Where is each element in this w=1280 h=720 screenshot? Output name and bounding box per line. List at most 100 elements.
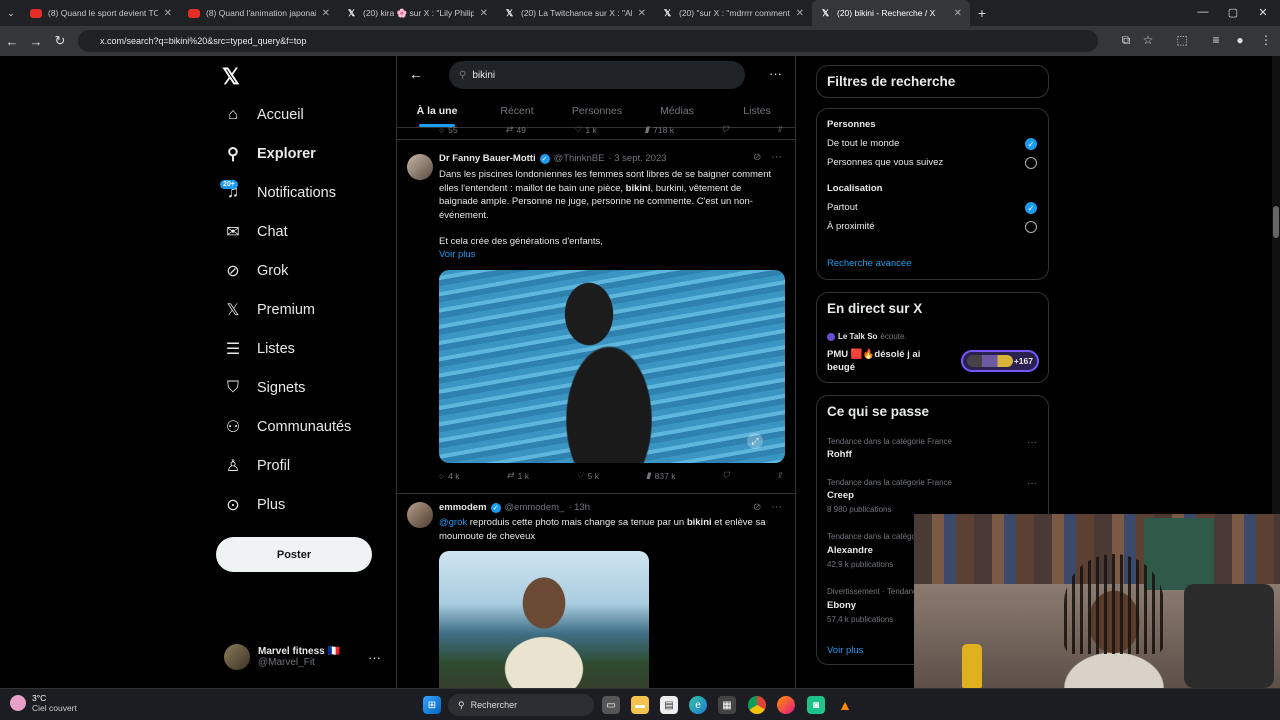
extensions-icon[interactable]: ⬚ — [1172, 30, 1192, 50]
store-icon[interactable]: ▦ — [718, 696, 736, 714]
radio-following[interactable] — [1025, 157, 1037, 169]
browser-tab-active[interactable]: 𝕏 (20) bikini - Recherche / X ✕ — [812, 0, 970, 26]
views-button[interactable]: ▮ 718 k — [644, 124, 673, 135]
tab-lists[interactable]: Listes — [717, 94, 795, 127]
nav-grok[interactable]: ⊘ Grok — [222, 258, 288, 284]
browser-tab[interactable]: (8) Quand le sport devient TOX ✕ — [22, 0, 180, 26]
close-icon[interactable]: ✕ — [164, 8, 172, 19]
cast-icon[interactable]: ⧉ — [1116, 30, 1136, 50]
trend-name[interactable]: Alexandre — [827, 545, 873, 556]
maximize-icon[interactable]: ▢ — [1216, 0, 1250, 24]
more-icon[interactable]: ··· — [1027, 478, 1037, 489]
post-handle[interactable]: @ThinknBE — [554, 153, 605, 164]
browser-tab[interactable]: (8) Quand l'animation japonaise ✕ — [180, 0, 338, 26]
app-icon[interactable]: ◙ — [807, 696, 825, 714]
taskbar-search[interactable]: ⚲ Rechercher — [448, 694, 594, 716]
filter-option-nearby[interactable]: À proximité — [827, 221, 875, 232]
space-title[interactable]: PMU 🟥🔥désolé j ai beugé — [827, 348, 942, 374]
star-icon[interactable]: ☆ — [1138, 30, 1158, 50]
document-icon[interactable]: ▤ — [660, 696, 678, 714]
filter-option-anywhere[interactable]: Partout — [827, 202, 858, 213]
mention-link[interactable]: @grok — [439, 517, 467, 528]
post[interactable]: Dr Fanny Bauer-Motti ✓ @ThinknBE · 3 sep… — [397, 140, 795, 494]
tab-latest[interactable]: Récent — [477, 94, 557, 127]
views-button[interactable]: ▮ 837 k — [646, 470, 675, 481]
space-listeners[interactable]: +167 — [961, 350, 1039, 372]
more-icon[interactable]: ··· — [771, 151, 782, 163]
radio-anywhere[interactable]: ✓ — [1025, 202, 1037, 214]
chrome-icon[interactable] — [748, 696, 766, 714]
close-icon[interactable]: ✕ — [796, 8, 804, 19]
browser-tab[interactable]: 𝕏 (20) kira 🌸 sur X : "Lily Philips ✕ — [338, 0, 496, 26]
nav-profile[interactable]: ♙ Profil — [222, 453, 290, 479]
bookmark-button[interactable]: ⛉ — [722, 124, 728, 135]
close-icon[interactable]: ✕ — [480, 8, 488, 19]
close-icon[interactable]: ✕ — [638, 8, 646, 19]
post-image[interactable]: ⤢ — [439, 270, 785, 463]
nav-premium[interactable]: 𝕏 Premium — [222, 297, 315, 323]
post-image[interactable] — [439, 551, 649, 688]
post-handle[interactable]: @emmodem_ — [505, 502, 565, 513]
nav-notifications[interactable]: ♫ Notifications — [222, 180, 336, 206]
tab-media[interactable]: Médias — [637, 94, 717, 127]
repost-button[interactable]: ⇄ 1 k — [507, 470, 529, 481]
advanced-search-link[interactable]: Recherche avancée — [827, 258, 912, 269]
filter-option-everyone[interactable]: De tout le monde — [827, 138, 899, 149]
post-date[interactable]: · 13h — [568, 502, 590, 513]
more-icon[interactable]: ··· — [771, 501, 782, 513]
reply-button[interactable]: ○ 55 — [439, 125, 458, 135]
trend-name[interactable]: Rohff — [827, 449, 852, 460]
weather-widget[interactable]: 3°C Ciel couvert — [10, 693, 77, 713]
firefox-icon[interactable] — [777, 696, 795, 714]
nav-home[interactable]: ⌂ Accueil — [222, 102, 304, 128]
more-icon[interactable]: ··· — [368, 650, 381, 665]
task-view-icon[interactable]: ▭ — [602, 696, 620, 714]
show-more-link[interactable]: Voir plus — [439, 248, 475, 262]
back-arrow-icon[interactable]: ← — [409, 66, 423, 82]
share-button[interactable]: ⇪ — [776, 124, 783, 135]
reload-icon[interactable]: ↻ — [48, 29, 72, 53]
tab-top[interactable]: À la une — [397, 94, 477, 127]
filter-option-following[interactable]: Personnes que vous suivez — [827, 157, 943, 168]
nav-lists[interactable]: ☰ Listes — [222, 336, 295, 362]
post[interactable]: ○ 55 ⇄ 49 ♡ 1 k ▮ 718 k ⛉ ⇪ — [397, 124, 795, 140]
forward-icon[interactable]: → — [24, 29, 48, 53]
show-more-link[interactable]: Voir plus — [827, 645, 863, 656]
more-icon[interactable]: ··· — [1027, 437, 1037, 448]
profile-icon[interactable]: ● — [1230, 30, 1250, 50]
post-button[interactable]: Poster — [216, 537, 372, 572]
window-close-icon[interactable]: ✕ — [1246, 0, 1280, 24]
bookmark-button[interactable]: ⛉ — [722, 470, 728, 481]
expand-icon[interactable]: ⤢ — [747, 433, 763, 449]
search-input[interactable]: ⚲ bikini — [449, 61, 745, 89]
new-tab-icon[interactable]: + — [970, 0, 994, 26]
url-field[interactable]: x.com/search?q=bikini%20&src=typed_query… — [78, 30, 1098, 52]
minimize-icon[interactable]: — — [1186, 0, 1220, 24]
nav-bookmarks[interactable]: ⛉ Signets — [222, 375, 305, 401]
like-button[interactable]: ♡ 5 k — [576, 470, 599, 481]
space-host[interactable]: Le Talk So écoute. — [827, 332, 907, 341]
post-author[interactable]: Dr Fanny Bauer-Motti — [439, 153, 536, 164]
browser-tab[interactable]: 𝕏 (20) "sur X : "mdrrrr comment s ✕ — [654, 0, 812, 26]
post-author[interactable]: emmodem — [439, 502, 487, 513]
reply-button[interactable]: ○ 4 k — [439, 471, 459, 481]
post[interactable]: emmodem ✓ @emmodem_ · 13h ⊘ ··· @grok re… — [397, 494, 795, 688]
edge-icon[interactable]: e — [689, 696, 707, 714]
back-icon[interactable]: ← — [0, 29, 24, 53]
trend-name[interactable]: Ebony — [827, 600, 856, 611]
post-date[interactable]: · 3 sept. 2023 — [608, 153, 666, 164]
browser-menu-icon[interactable]: ⋮ — [1256, 30, 1276, 50]
windows-start-icon[interactable]: ⊞ — [423, 696, 441, 714]
repost-button[interactable]: ⇄ 49 — [505, 124, 526, 135]
avatar[interactable] — [407, 154, 433, 180]
nav-chat[interactable]: ✉ Chat — [222, 219, 287, 245]
radio-everyone[interactable]: ✓ — [1025, 138, 1037, 150]
vlc-icon[interactable]: ▲ — [836, 696, 854, 714]
more-icon[interactable]: ··· — [769, 66, 782, 81]
browser-tab[interactable]: 𝕏(20) La Twitchance sur X : "ALER✕ — [496, 0, 654, 26]
nav-more[interactable]: ⊙ Plus — [222, 492, 285, 518]
radio-nearby[interactable] — [1025, 221, 1037, 233]
account-switcher[interactable]: Marvel fitness 🇫🇷 @Marvel_Fit — [224, 644, 340, 670]
close-icon[interactable]: ✕ — [322, 8, 330, 19]
scrollbar-thumb[interactable] — [1273, 206, 1279, 238]
